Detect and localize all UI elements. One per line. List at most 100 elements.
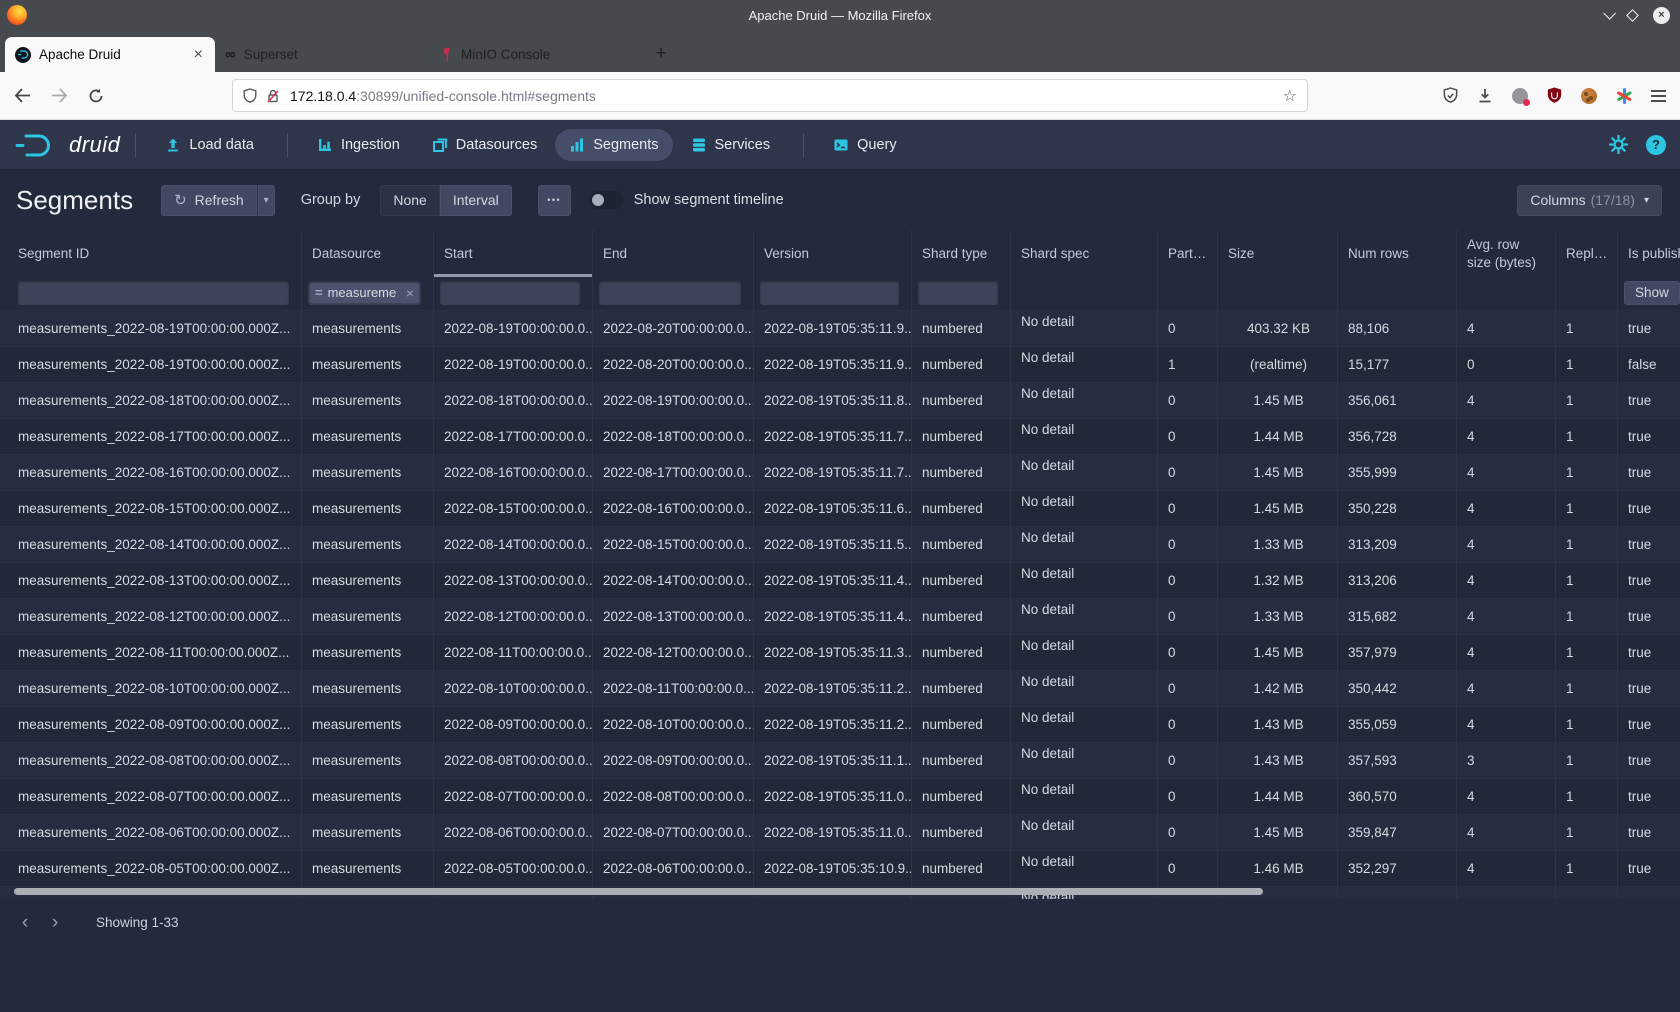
help-icon[interactable]: ? xyxy=(1646,135,1666,155)
cell-avg-row-size-bytes[interactable]: 4 xyxy=(1457,455,1556,490)
cell-avg-row-size-bytes[interactable]: 4 xyxy=(1457,671,1556,706)
cell-shard-type[interactable]: numbered xyxy=(912,347,1011,382)
cell-version[interactable]: 2022-08-19T05:35:11.1... xyxy=(754,743,912,778)
cell-shard-spec[interactable]: No detail xyxy=(1011,419,1158,454)
cell-shard-spec[interactable]: No detail xyxy=(1011,455,1158,490)
cell-partition[interactable]: 0 xyxy=(1158,527,1218,562)
cell-datasource[interactable]: measurements xyxy=(302,671,434,706)
nav-item-query[interactable]: Query xyxy=(819,129,911,161)
cell-num-rows[interactable]: 357,979 xyxy=(1338,635,1457,670)
reload-button[interactable] xyxy=(88,88,104,104)
cell-version[interactable]: 2022-08-19T05:35:11.0... xyxy=(754,779,912,814)
pinwheel-extension-icon[interactable] xyxy=(1616,88,1632,104)
cell-size[interactable]: 1.32 MB xyxy=(1218,563,1338,598)
cell-is-published[interactable]: true xyxy=(1618,419,1680,454)
cell-datasource[interactable]: measurements xyxy=(302,563,434,598)
cell-end[interactable]: 2022-08-07T00:00:00.0... xyxy=(593,815,754,850)
forward-button[interactable] xyxy=(51,88,68,103)
cell-shard-spec[interactable]: No detail xyxy=(1011,347,1158,382)
cell-version[interactable]: 2022-08-19T05:35:11.4... xyxy=(754,563,912,598)
prev-page-button[interactable]: ‹ xyxy=(10,908,40,938)
cell-segment-id[interactable]: measurements_2022-08-16T00:00:00.000Z... xyxy=(0,455,302,490)
new-tab-button[interactable]: + xyxy=(647,40,675,68)
menu-hamburger-icon[interactable] xyxy=(1651,90,1666,102)
cell-version[interactable]: 2022-08-19T05:35:11.0... xyxy=(754,815,912,850)
cell-end[interactable]: 2022-08-19T00:00:00.0... xyxy=(593,383,754,418)
group-by-interval-button[interactable]: Interval xyxy=(440,185,512,216)
cell-size[interactable]: 1.45 MB xyxy=(1218,815,1338,850)
cell-datasource[interactable]: measurements xyxy=(302,779,434,814)
cell-version[interactable]: 2022-08-19T05:35:11.3... xyxy=(754,635,912,670)
cell-shard-spec[interactable]: No detail xyxy=(1011,563,1158,598)
column-header-num-rows[interactable]: Num rows xyxy=(1338,230,1457,277)
cell-version[interactable]: 2022-08-19T05:35:11.5... xyxy=(754,527,912,562)
cell-avg-row-size-bytes[interactable]: 4 xyxy=(1457,491,1556,526)
protections-shield-icon[interactable] xyxy=(1443,87,1458,104)
cell-replication[interactable]: 1 xyxy=(1556,599,1618,634)
cell-end[interactable]: 2022-08-12T00:00:00.0... xyxy=(593,635,754,670)
cell-version[interactable]: 2022-08-19T05:35:10.9... xyxy=(754,851,912,886)
cell-is-published[interactable]: true xyxy=(1618,491,1680,526)
filter-input-start[interactable] xyxy=(440,281,580,305)
cell-partition[interactable]: 0 xyxy=(1158,311,1218,346)
cell-is-published[interactable]: true xyxy=(1618,563,1680,598)
cell-is-published[interactable] xyxy=(1618,887,1680,899)
refresh-dropdown-button[interactable]: ▾ xyxy=(257,185,275,216)
nav-item-segments[interactable]: Segments xyxy=(555,129,672,161)
cell-segment-id[interactable]: measurements_2022-08-05T00:00:00.000Z... xyxy=(0,851,302,886)
cell-replication[interactable]: 1 xyxy=(1556,815,1618,850)
tab-superset[interactable]: ∞ Superset × xyxy=(215,37,431,72)
tab-minio-console[interactable]: MinIO Console × xyxy=(431,37,647,72)
filter-input-shard-type[interactable] xyxy=(918,281,998,305)
nav-item-load-data[interactable]: Load data xyxy=(151,129,268,161)
cell-segment-id[interactable]: measurements_2022-08-10T00:00:00.000Z... xyxy=(0,671,302,706)
cell-shard-type[interactable]: numbered xyxy=(912,455,1011,490)
cell-end[interactable]: 2022-08-17T00:00:00.0... xyxy=(593,455,754,490)
cell-is-published[interactable]: true xyxy=(1618,599,1680,634)
cell-partition[interactable]: 0 xyxy=(1158,563,1218,598)
cell-replication[interactable]: 1 xyxy=(1556,851,1618,886)
cell-is-published[interactable]: true xyxy=(1618,743,1680,778)
cell-datasource[interactable]: measurements xyxy=(302,599,434,634)
extension-icon[interactable] xyxy=(1512,88,1528,104)
cell-num-rows[interactable]: 357,593 xyxy=(1338,743,1457,778)
cell-end[interactable]: 2022-08-18T00:00:00.0... xyxy=(593,419,754,454)
cell-avg-row-size-bytes[interactable]: 4 xyxy=(1457,635,1556,670)
cell-avg-row-size-bytes[interactable]: 4 xyxy=(1457,563,1556,598)
cell-datasource[interactable]: measurements xyxy=(302,491,434,526)
cell-replication[interactable]: 1 xyxy=(1556,779,1618,814)
filter-tag[interactable]: =measureme× xyxy=(310,283,419,303)
cell-segment-id[interactable]: measurements_2022-08-07T00:00:00.000Z... xyxy=(0,779,302,814)
cell-start[interactable]: 2022-08-18T00:00:00.0... xyxy=(434,383,593,418)
cell-replication[interactable]: 1 xyxy=(1556,707,1618,742)
column-header-avg-row-size-bytes[interactable]: Avg. row size (bytes) xyxy=(1457,230,1556,277)
cell-version[interactable]: 2022-08-19T05:35:11.6... xyxy=(754,491,912,526)
cell-end[interactable]: 2022-08-13T00:00:00.0... xyxy=(593,599,754,634)
cell-shard-spec[interactable]: No detail xyxy=(1011,311,1158,346)
cell-avg-row-size-bytes[interactable]: 0 xyxy=(1457,347,1556,382)
cell-is-published[interactable]: true xyxy=(1618,635,1680,670)
cell-end[interactable]: 2022-08-11T00:00:00.0... xyxy=(593,671,754,706)
url-bar[interactable]: 172.18.0.4:30899/unified-console.html#se… xyxy=(232,79,1308,112)
cell-avg-row-size-bytes[interactable] xyxy=(1457,887,1556,899)
tab-close-icon[interactable]: × xyxy=(192,46,205,64)
cell-size[interactable]: 1.43 MB xyxy=(1218,743,1338,778)
cell-shard-type[interactable]: numbered xyxy=(912,851,1011,886)
tab-close-icon[interactable]: × xyxy=(408,46,421,64)
tab-apache-druid[interactable]: Apache Druid × xyxy=(5,37,215,72)
cell-datasource[interactable]: measurements xyxy=(302,455,434,490)
is-published-filter-button[interactable]: Show xyxy=(1624,281,1680,305)
cell-segment-id[interactable]: measurements_2022-08-19T00:00:00.000Z... xyxy=(0,311,302,346)
cell-partition[interactable]: 0 xyxy=(1158,815,1218,850)
horizontal-scrollbar[interactable] xyxy=(14,888,1263,895)
cell-shard-type[interactable]: numbered xyxy=(912,779,1011,814)
cell-partition[interactable]: 0 xyxy=(1158,599,1218,634)
filter-tag-remove-icon[interactable]: × xyxy=(406,285,414,301)
bookmark-star-icon[interactable]: ☆ xyxy=(1283,86,1297,106)
cell-version[interactable]: 2022-08-19T05:35:11.9... xyxy=(754,347,912,382)
cell-shard-type[interactable]: numbered xyxy=(912,383,1011,418)
column-header-is-published[interactable]: Is published xyxy=(1618,230,1680,277)
cookie-icon[interactable] xyxy=(1581,88,1597,104)
cell-size[interactable]: 1.43 MB xyxy=(1218,707,1338,742)
cell-start[interactable]: 2022-08-14T00:00:00.0... xyxy=(434,527,593,562)
